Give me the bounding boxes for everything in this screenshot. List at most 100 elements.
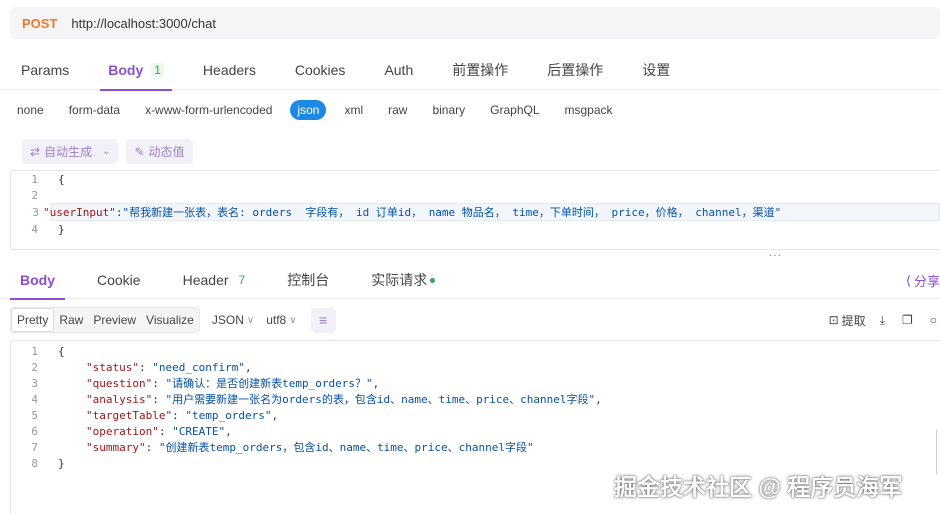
response-tools: ⊡ 提取 ⤓ ❐ ○ (829, 306, 940, 334)
json-value: "用户需要新建一张名为orders的表，包含id、name、time、price… (165, 393, 596, 406)
tab-response-header[interactable]: Header 7 (173, 262, 256, 299)
dynamic-value-label: 动态值 (148, 145, 185, 159)
tab-response-body[interactable]: Body (10, 262, 65, 300)
format-select[interactable]: JSON ∨ (212, 313, 254, 327)
tab-pre-actions[interactable]: 前置操作 (442, 50, 518, 90)
chevron-down-icon: ∨ (289, 314, 297, 326)
search-button[interactable]: ○ (930, 313, 940, 327)
body-toolbar: ⇄ 自动生成 ⌄ ✎ 动态值 (22, 139, 201, 164)
search-icon: ○ (929, 313, 937, 327)
refresh-icon: ⇄ (30, 144, 41, 159)
body-type-json[interactable]: json (290, 100, 327, 120)
line-number: 2 (31, 360, 38, 374)
copy-button[interactable]: ❐ (902, 313, 916, 327)
json-key: "summary" (86, 441, 146, 454)
tab-headers[interactable]: Headers (193, 50, 266, 90)
body-count-badge: 1 (151, 62, 164, 77)
line-number: 5 (31, 408, 38, 422)
line-number: 7 (31, 440, 38, 454)
body-type-binary[interactable]: binary (425, 100, 472, 120)
wrap-icon: ≡ (318, 312, 328, 328)
view-raw[interactable]: Raw (54, 308, 88, 332)
dynamic-value-button[interactable]: ✎ 动态值 (126, 139, 193, 164)
view-visualize[interactable]: Visualize (141, 308, 199, 332)
scrollbar[interactable] (936, 430, 940, 474)
encoding-select[interactable]: utf8 ∨ (266, 313, 296, 327)
code-line: 1{ (11, 343, 940, 359)
body-type-raw[interactable]: raw (381, 100, 414, 120)
json-key: "status" (86, 360, 139, 374)
code-text: "question": "请确认：是否创建新表temp_orders？", (86, 377, 380, 390)
view-pretty[interactable]: Pretty (11, 308, 55, 332)
code-text: "targetTable": "temp_orders", (86, 408, 279, 422)
code-text: "analysis": "用户需要新建一张名为orders的表，包含id、nam… (86, 393, 602, 406)
code-text: } (58, 222, 65, 236)
tab-label: Params (21, 61, 70, 78)
json-value: "帮我新建一张表，表名: orders 字段有， id 订单id， name 物… (122, 206, 782, 219)
code-line: 4 "analysis": "用户需要新建一张名为orders的表，包含id、na… (11, 391, 940, 407)
line-number: 1 (31, 172, 38, 186)
tab-post-actions[interactable]: 后置操作 (537, 50, 613, 90)
tab-label: Auth (384, 61, 414, 78)
status-dot-icon (430, 277, 436, 283)
json-key: "analysis" (86, 393, 153, 406)
tab-body[interactable]: Body 1 (98, 50, 174, 91)
code-text: "userInput":"帮我新建一张表，表名: orders 字段有， id … (43, 204, 781, 220)
body-type-graphql[interactable]: GraphQL (483, 100, 546, 120)
watermark: 掘金技术社区 @ 程序员海军 (614, 474, 903, 500)
url-bar[interactable]: POST http://localhost:3000/chat (10, 7, 940, 39)
tab-console[interactable]: 控制台 (277, 262, 339, 299)
tab-params[interactable]: Params (11, 50, 79, 90)
json-value: "need_confirm" (152, 360, 245, 374)
code-text: { (58, 344, 65, 358)
code-line: 5 "targetTable": "temp_orders", (11, 407, 940, 423)
url-input[interactable]: http://localhost:3000/chat (71, 16, 216, 31)
share-button[interactable]: ⟨ 分享 (906, 262, 940, 299)
extract-icon: ⊡ (828, 313, 839, 327)
tab-cookies[interactable]: Cookies (285, 50, 356, 90)
tab-label: Body (108, 61, 144, 78)
body-type-msgpack[interactable]: msgpack (558, 100, 620, 120)
view-preview[interactable]: Preview (88, 308, 141, 332)
code-line: 4} (11, 221, 940, 237)
http-method[interactable]: POST (22, 16, 57, 31)
json-comma: , (372, 377, 380, 390)
request-body-editor[interactable]: 1{ 2 3 "userInput":"帮我新建一张表，表名: orders 字段… (10, 170, 940, 250)
code-text: "operation": "CREATE", (86, 424, 232, 438)
line-number: 1 (31, 344, 38, 358)
download-button[interactable]: ⤓ (880, 313, 888, 328)
tab-settings[interactable]: 设置 (632, 50, 680, 90)
code-line: 2 (11, 187, 940, 203)
body-type-urlencoded[interactable]: x-www-form-urlencoded (138, 100, 279, 120)
tab-label: Cookie (97, 272, 141, 288)
code-line: 3 "question": "请确认：是否创建新表temp_orders？", (11, 375, 940, 391)
chevron-down-icon: ∨ (246, 314, 255, 326)
auto-generate-label: 自动生成 (44, 145, 93, 159)
tab-actual-request[interactable]: 实际请求 (361, 262, 445, 299)
code-text: } (58, 456, 65, 470)
body-type-none[interactable]: none (10, 100, 51, 120)
request-tabs: Params Body 1 Headers Cookies Auth 前置操作 后… (0, 50, 940, 91)
tab-auth[interactable]: Auth (374, 50, 423, 90)
wrap-lines-button[interactable]: ≡ (310, 307, 336, 333)
format-select-value: JSON (211, 313, 244, 327)
json-key: "userInput" (43, 206, 116, 219)
tab-label: Cookies (294, 61, 346, 78)
line-number: 3 (31, 376, 38, 390)
auto-generate-button[interactable]: ⇄ 自动生成 ⌄ (22, 139, 119, 164)
tab-response-cookie[interactable]: Cookie (87, 262, 151, 299)
extract-button[interactable]: ⊡ 提取 (829, 312, 866, 329)
share-label: 分享 (913, 274, 940, 289)
json-value: "创建新表temp_orders，包含id、name、time、price、ch… (158, 441, 534, 454)
code-line: 6 "operation": "CREATE", (11, 423, 940, 439)
resize-handle-icon[interactable]: ··· (769, 251, 785, 261)
line-number: 3 (32, 205, 39, 219)
json-value: "请确认：是否创建新表temp_orders？" (165, 377, 373, 390)
magic-wand-icon: ✎ (134, 144, 145, 159)
line-number: 6 (31, 424, 38, 438)
body-type-xml[interactable]: xml (337, 100, 370, 120)
header-count-badge: 7 (238, 273, 246, 287)
body-type-form-data[interactable]: form-data (62, 100, 127, 120)
code-line: 1{ (11, 171, 940, 187)
line-number: 4 (31, 392, 38, 406)
